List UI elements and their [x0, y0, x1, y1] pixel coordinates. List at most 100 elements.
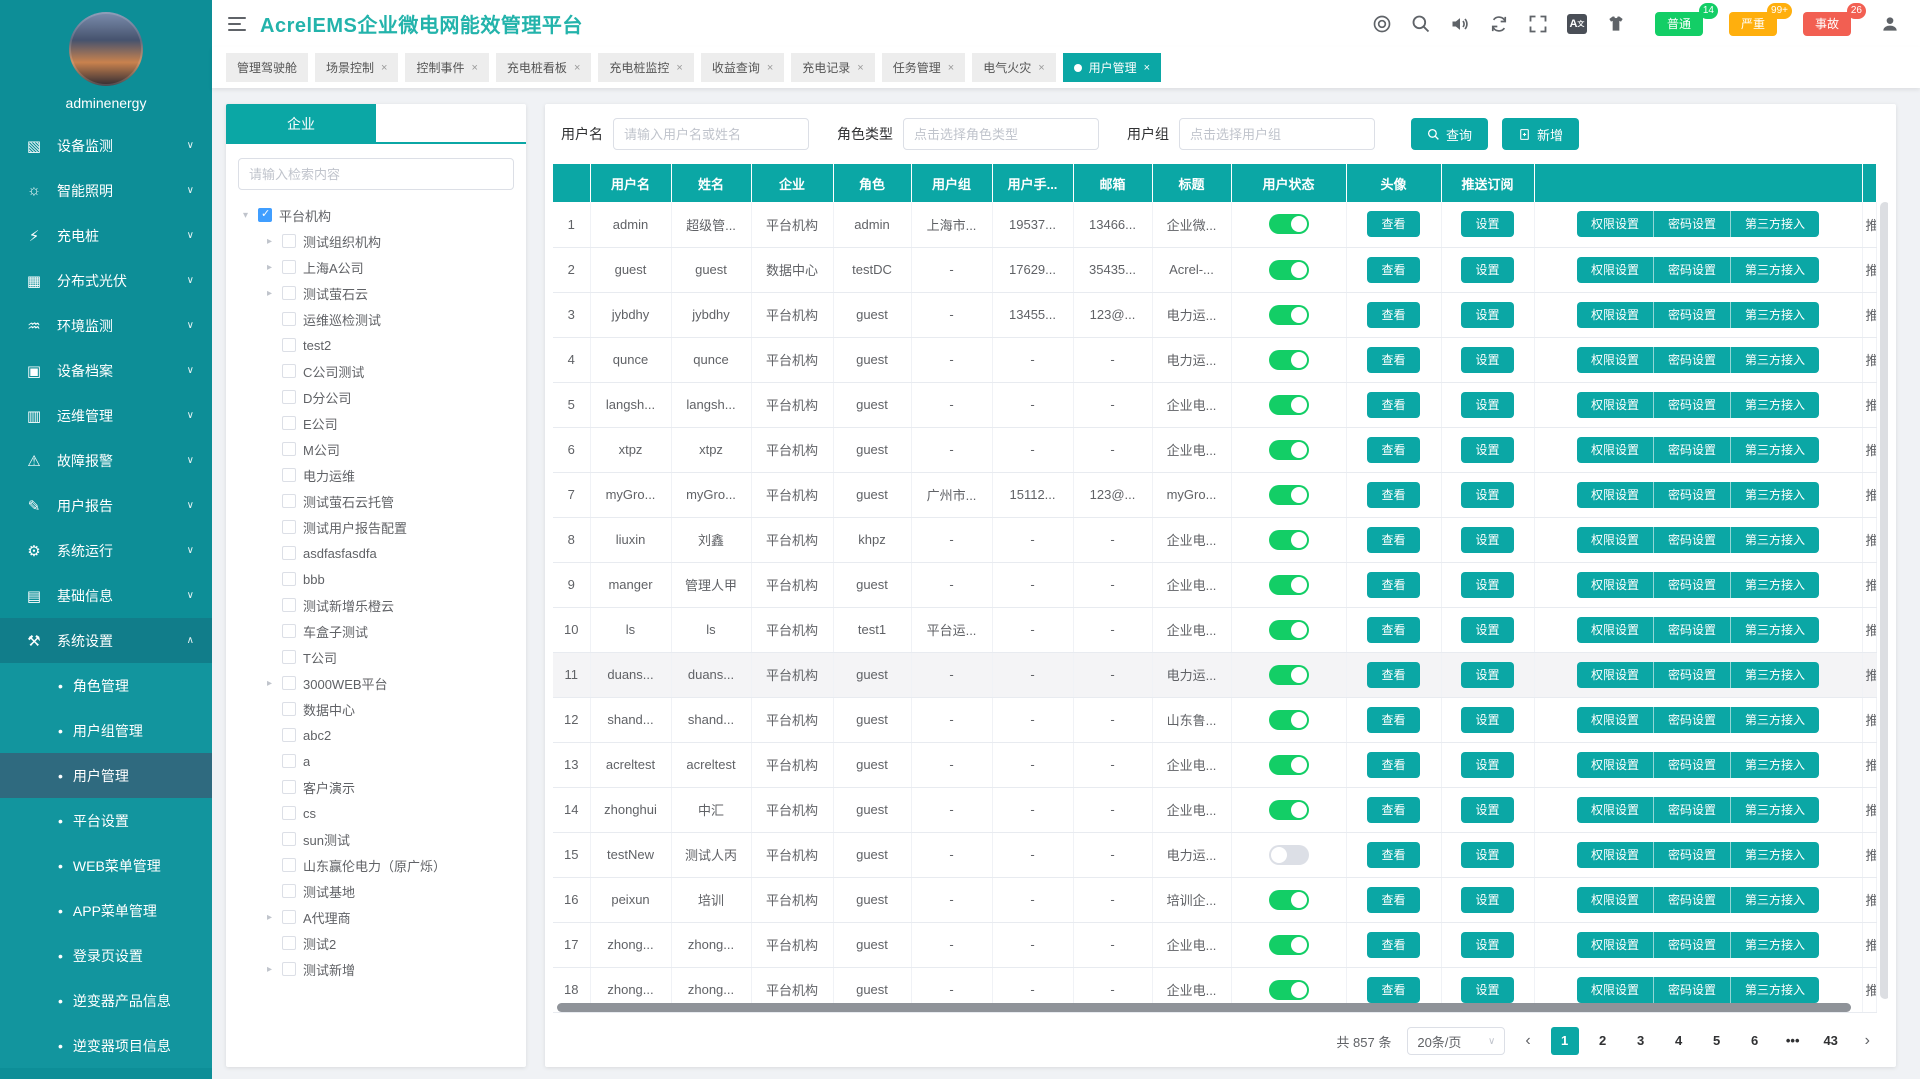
sidebar-item-basic-info[interactable]: ▤基础信息∨: [0, 573, 212, 618]
user-status-toggle[interactable]: [1269, 350, 1309, 370]
sidebar-item-system-run[interactable]: ⚙系统运行∨: [0, 528, 212, 573]
password-settings-button[interactable]: 密码设置: [1654, 752, 1731, 778]
third-party-access-button[interactable]: 第三方接入: [1731, 707, 1819, 733]
password-settings-button[interactable]: 密码设置: [1654, 572, 1731, 598]
third-party-access-button[interactable]: 第三方接入: [1731, 211, 1819, 237]
user-status-toggle[interactable]: [1269, 935, 1309, 955]
checkbox[interactable]: [282, 598, 296, 612]
next-page-button[interactable]: ›: [1861, 1032, 1874, 1050]
permission-settings-button[interactable]: 权限设置: [1577, 392, 1654, 418]
checkbox[interactable]: [282, 234, 296, 248]
checkbox[interactable]: [282, 858, 296, 872]
fullscreen-icon[interactable]: [1528, 14, 1548, 34]
checkbox[interactable]: [282, 806, 296, 820]
checkbox[interactable]: [282, 728, 296, 742]
view-avatar-button[interactable]: 查看: [1367, 302, 1419, 328]
tree-node[interactable]: 车盒子测试: [240, 618, 520, 644]
tab-充电桩看板[interactable]: 充电桩看板×: [496, 53, 591, 82]
push-subscribe-button[interactable]: 设置: [1461, 707, 1513, 733]
user-status-toggle[interactable]: [1269, 440, 1309, 460]
sidebar-item-device-monitor[interactable]: ▧设备监测∨: [0, 123, 212, 168]
password-settings-button[interactable]: 密码设置: [1654, 707, 1731, 733]
sidebar-item-app-menu-management[interactable]: •APP菜单管理: [0, 888, 212, 933]
sidebar-item-user-group-management[interactable]: •用户组管理: [0, 708, 212, 753]
user-status-toggle[interactable]: [1269, 214, 1309, 234]
third-party-access-button[interactable]: 第三方接入: [1731, 977, 1819, 1003]
sidebar-item-fault-alarm[interactable]: ⚠故障报警∨: [0, 438, 212, 483]
tree-node[interactable]: abc2: [240, 722, 520, 748]
page-number-2[interactable]: 2: [1589, 1027, 1617, 1055]
checkbox[interactable]: [282, 390, 296, 404]
caret-down-icon[interactable]: ▾: [240, 210, 251, 221]
tree-node[interactable]: 测试萤石云托管: [240, 488, 520, 514]
tree-node[interactable]: 测试基地: [240, 878, 520, 904]
tab-收益查询[interactable]: 收益查询×: [701, 53, 784, 82]
tree-node[interactable]: test2: [240, 332, 520, 358]
sidebar-item-environment-monitor[interactable]: ♒环境监测∨: [0, 303, 212, 348]
permission-settings-button[interactable]: 权限设置: [1577, 347, 1654, 373]
third-party-access-button[interactable]: 第三方接入: [1731, 257, 1819, 283]
permission-settings-button[interactable]: 权限设置: [1577, 302, 1654, 328]
sidebar-item-inverter-product-info[interactable]: •逆变器产品信息: [0, 978, 212, 1023]
tree-node[interactable]: D分公司: [240, 384, 520, 410]
user-status-toggle[interactable]: [1269, 260, 1309, 280]
user-status-toggle[interactable]: [1269, 395, 1309, 415]
checkbox[interactable]: [282, 312, 296, 326]
page-number-6[interactable]: 6: [1741, 1027, 1769, 1055]
user-status-toggle[interactable]: [1269, 665, 1309, 685]
password-settings-button[interactable]: 密码设置: [1654, 527, 1731, 553]
translate-icon[interactable]: A文: [1567, 14, 1587, 34]
third-party-access-button[interactable]: 第三方接入: [1731, 797, 1819, 823]
checkbox[interactable]: [282, 494, 296, 508]
tab-充电桩监控[interactable]: 充电桩监控×: [598, 53, 693, 82]
close-icon[interactable]: ×: [1038, 62, 1044, 74]
push-subscribe-button[interactable]: 设置: [1461, 977, 1513, 1003]
push-subscribe-button[interactable]: 设置: [1461, 347, 1513, 373]
tree-node[interactable]: 测试2: [240, 930, 520, 956]
tree-node[interactable]: 客户演示: [240, 774, 520, 800]
permission-settings-button[interactable]: 权限设置: [1577, 617, 1654, 643]
caret-right-icon[interactable]: ▸: [264, 236, 275, 247]
sidebar-item-charging-pile[interactable]: ⚡充电桩∨: [0, 213, 212, 258]
close-icon[interactable]: ×: [948, 62, 954, 74]
password-settings-button[interactable]: 密码设置: [1654, 977, 1731, 1003]
sidebar-item-web-menu-management[interactable]: •WEB菜单管理: [0, 843, 212, 888]
page-size-select[interactable]: 20条/页 ∨: [1407, 1027, 1505, 1055]
tree-node-root[interactable]: ▾平台机构: [240, 202, 520, 228]
checkbox[interactable]: [282, 624, 296, 638]
user-status-toggle[interactable]: [1269, 530, 1309, 550]
tree-node[interactable]: ▸测试新增: [240, 956, 520, 982]
push-subscribe-button[interactable]: 设置: [1461, 617, 1513, 643]
tree-node[interactable]: T公司: [240, 644, 520, 670]
push-subscribe-button[interactable]: 设置: [1461, 211, 1513, 237]
theme-tshirt-icon[interactable]: [1606, 14, 1626, 34]
user-profile-icon[interactable]: [1880, 14, 1900, 34]
tab-电气火灾[interactable]: 电气火灾×: [972, 53, 1055, 82]
user-status-toggle[interactable]: [1269, 485, 1309, 505]
checkbox[interactable]: [282, 338, 296, 352]
tree-node[interactable]: M公司: [240, 436, 520, 462]
password-settings-button[interactable]: 密码设置: [1654, 437, 1731, 463]
tree-node[interactable]: ▸A代理商: [240, 904, 520, 930]
close-icon[interactable]: ×: [1144, 62, 1150, 74]
close-icon[interactable]: ×: [857, 62, 863, 74]
user-status-toggle[interactable]: [1269, 800, 1309, 820]
checkbox[interactable]: [282, 572, 296, 586]
third-party-access-button[interactable]: 第三方接入: [1731, 752, 1819, 778]
sidebar-item-distributed-pv[interactable]: ▦分布式光伏∨: [0, 258, 212, 303]
refresh-icon[interactable]: [1489, 14, 1509, 34]
view-avatar-button[interactable]: 查看: [1367, 842, 1419, 868]
user-status-toggle[interactable]: [1269, 890, 1309, 910]
tab-任务管理[interactable]: 任务管理×: [882, 53, 965, 82]
third-party-access-button[interactable]: 第三方接入: [1731, 392, 1819, 418]
menu-toggle-icon[interactable]: [228, 17, 246, 31]
push-subscribe-button[interactable]: 设置: [1461, 437, 1513, 463]
checkbox[interactable]: [282, 910, 296, 924]
permission-settings-button[interactable]: 权限设置: [1577, 572, 1654, 598]
permission-settings-button[interactable]: 权限设置: [1577, 977, 1654, 1003]
prev-page-button[interactable]: ‹: [1521, 1032, 1534, 1050]
password-settings-button[interactable]: 密码设置: [1654, 392, 1731, 418]
password-settings-button[interactable]: 密码设置: [1654, 302, 1731, 328]
third-party-access-button[interactable]: 第三方接入: [1731, 932, 1819, 958]
tree-node[interactable]: ▸上海A公司: [240, 254, 520, 280]
